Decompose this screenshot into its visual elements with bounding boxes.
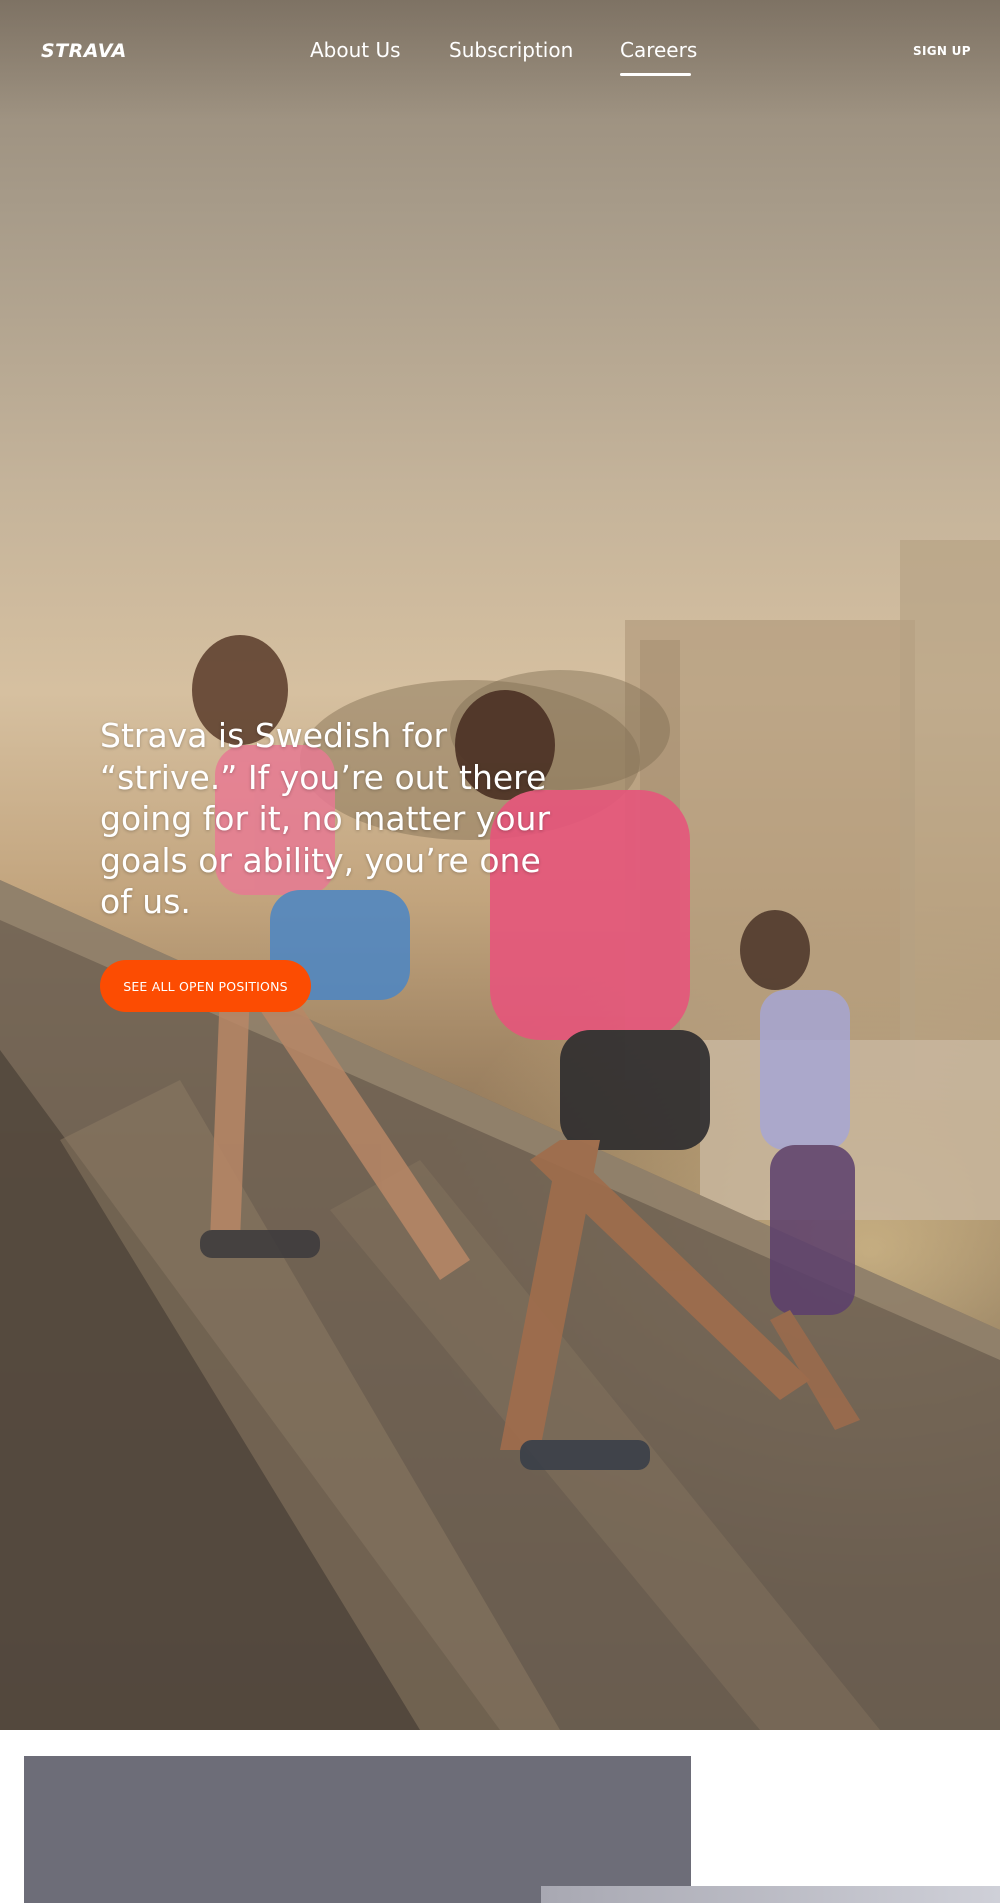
sign-up-link[interactable]: SIGN UP xyxy=(913,44,971,58)
nav-item-careers[interactable]: Careers xyxy=(620,38,697,62)
nav-item-subscription[interactable]: Subscription xyxy=(449,38,573,62)
strava-logo[interactable]: STRAVA xyxy=(41,40,127,62)
nav-item-about-us[interactable]: About Us xyxy=(310,38,401,62)
active-nav-indicator xyxy=(620,73,691,76)
top-navigation: STRAVA About Us Subscription Careers SIG… xyxy=(0,0,1000,100)
content-card xyxy=(24,1756,691,1903)
see-all-open-positions-button[interactable]: SEE ALL OPEN POSITIONS xyxy=(100,960,311,1012)
hero-section: STRAVA About Us Subscription Careers SIG… xyxy=(0,0,1000,1730)
content-image-card xyxy=(541,1886,1000,1903)
hero-headline: Strava is Swedish for “strive.” If you’r… xyxy=(100,716,551,921)
